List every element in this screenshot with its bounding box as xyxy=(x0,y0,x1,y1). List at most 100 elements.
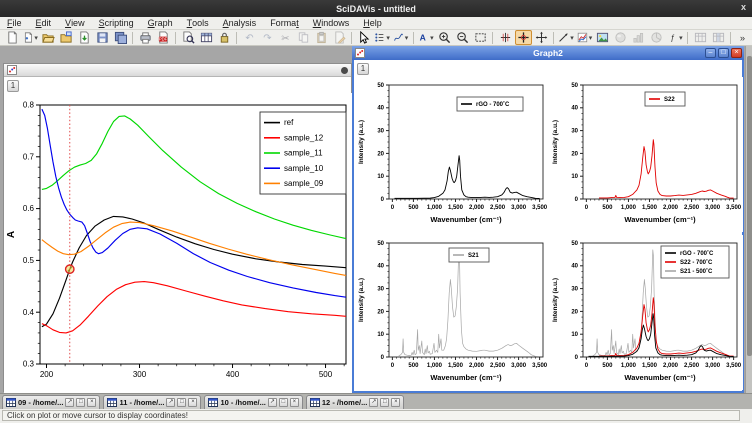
menu-help[interactable]: Help xyxy=(356,17,389,30)
curve-style-icon[interactable]: ▾ xyxy=(392,30,409,45)
menu-graph[interactable]: Graph xyxy=(141,17,180,30)
tab-close-icon[interactable]: × xyxy=(391,398,400,407)
menu-tools[interactable]: Tools xyxy=(180,17,216,30)
save-project-icon[interactable] xyxy=(94,30,111,45)
pointer-icon[interactable] xyxy=(355,30,372,45)
window-tab[interactable]: 09 - /home/...↗□× xyxy=(2,395,100,409)
raman-subplot-bottom-left[interactable]: 05001,0001,5002,0002,5003,0003,500010203… xyxy=(355,235,549,393)
move-data-points-icon[interactable] xyxy=(533,30,550,45)
tab-restore-icon[interactable]: ↗ xyxy=(369,398,378,407)
select-data-range-icon[interactable] xyxy=(497,30,514,45)
tab-close-icon[interactable]: × xyxy=(290,398,299,407)
svg-text:2,500: 2,500 xyxy=(490,205,506,211)
menu-file[interactable]: File xyxy=(0,17,29,30)
add-curve-icon[interactable]: ▾ xyxy=(576,30,593,45)
svg-text:20: 20 xyxy=(571,151,578,157)
tab-maximize-icon[interactable]: □ xyxy=(380,398,389,407)
tab-restore-icon[interactable]: ↗ xyxy=(166,398,175,407)
lock-toolbars-icon[interactable] xyxy=(216,30,233,45)
rescale-icon[interactable] xyxy=(472,30,489,45)
add-function-icon[interactable]: ƒ▾ xyxy=(666,30,683,45)
open-project-icon[interactable] xyxy=(40,30,57,45)
svg-text:500: 500 xyxy=(408,363,419,369)
save-template-icon[interactable] xyxy=(112,30,129,45)
status-message-field: Click on plot or move cursor to display … xyxy=(2,410,740,421)
tab-maximize-icon[interactable]: □ xyxy=(76,398,85,407)
scrollbar-thumb[interactable] xyxy=(747,56,752,356)
raman-subplot-bottom-right[interactable]: 05001,0001,5002,0002,5003,0003,500010203… xyxy=(549,235,743,393)
left-window-control-button[interactable] xyxy=(341,67,348,74)
tab-maximize-icon[interactable]: □ xyxy=(177,398,186,407)
close-icon[interactable]: × xyxy=(731,48,742,58)
svg-text:S22: S22 xyxy=(664,97,675,103)
data-reader-icon[interactable] xyxy=(515,30,532,45)
raman-subplot-top-right[interactable]: 05001,0001,5002,0002,5003,0003,500010203… xyxy=(549,77,743,235)
minimized-window-tabbar: 09 - /home/...↗□×11 - /home/...↗□×10 - /… xyxy=(0,393,752,409)
draw-line-icon[interactable]: ▾ xyxy=(557,30,574,45)
print-icon[interactable] xyxy=(137,30,154,45)
tab-restore-icon[interactable]: ↗ xyxy=(65,398,74,407)
svg-text:sample_11: sample_11 xyxy=(284,149,323,158)
menu-view[interactable]: View xyxy=(58,17,92,30)
svg-text:40: 40 xyxy=(377,264,384,270)
plot-legend[interactable]: rGO - 700˚CS22 - 700˚CS21 - 500˚C xyxy=(661,246,729,278)
plot-window-icon xyxy=(7,65,17,75)
menu-scripting[interactable]: Scripting xyxy=(92,17,141,30)
svg-text:S22 - 700˚C: S22 - 700˚C xyxy=(680,259,713,266)
text-tool-icon[interactable]: A▾ xyxy=(417,30,434,45)
toolbar-separator xyxy=(730,32,731,44)
titlebar[interactable]: SciDAVis - untitled x xyxy=(0,0,752,17)
zoom-in-icon[interactable] xyxy=(436,30,453,45)
window-tab[interactable]: 11 - /home/...↗□× xyxy=(103,395,201,409)
maximize-icon[interactable]: □ xyxy=(718,48,729,58)
show-table-icon[interactable] xyxy=(198,30,215,45)
plot-legend[interactable]: rGO - 700˚C xyxy=(457,97,523,111)
mdi-vertical-scrollbar[interactable] xyxy=(745,46,752,393)
uvvis-plot[interactable]: 2003004005000.30.40.50.60.70.8Arefsample… xyxy=(4,93,353,393)
svg-text:2,000: 2,000 xyxy=(663,205,679,211)
svg-text:200: 200 xyxy=(40,370,54,379)
menu-analysis[interactable]: Analysis xyxy=(216,17,264,30)
svg-text:50: 50 xyxy=(571,241,578,247)
plot-legend[interactable]: refsample_12sample_11sample_10sample_09 xyxy=(260,112,346,194)
tab-close-icon[interactable]: × xyxy=(188,398,197,407)
plot-legend[interactable]: S21 xyxy=(449,248,489,262)
tab-maximize-icon[interactable]: □ xyxy=(279,398,288,407)
plot-legend[interactable]: S22 xyxy=(645,92,685,106)
tab-restore-icon[interactable]: ↗ xyxy=(268,398,277,407)
export-pdf-icon[interactable]: PDF xyxy=(155,30,172,45)
curve-symbol-icon[interactable]: ▾ xyxy=(373,30,390,45)
menu-format[interactable]: Format xyxy=(263,17,306,30)
raman-subplot-top-left[interactable]: 05001,0001,5002,0002,5003,0003,500010203… xyxy=(355,77,549,235)
zoom-out-icon[interactable] xyxy=(454,30,471,45)
menu-windows[interactable]: Windows xyxy=(306,17,357,30)
scidavis-window: SciDAVis - untitled x FileEditViewScript… xyxy=(0,0,752,423)
add-image-icon[interactable] xyxy=(594,30,611,45)
svg-text:30: 30 xyxy=(571,129,578,135)
window-tab[interactable]: 10 - /home/...↗□× xyxy=(204,395,302,409)
tab-close-icon[interactable]: × xyxy=(87,398,96,407)
toolbar-overflow-icon[interactable]: » xyxy=(734,30,751,45)
import-ascii-icon[interactable] xyxy=(76,30,93,45)
open-template-icon[interactable] xyxy=(58,30,75,45)
window-tab[interactable]: 12 - /home/...↗□× xyxy=(306,395,404,409)
svg-text:500: 500 xyxy=(319,370,333,379)
minimize-icon[interactable]: – xyxy=(705,48,716,58)
project-explorer-icon[interactable] xyxy=(180,30,197,45)
data-reader-marker[interactable] xyxy=(66,265,74,273)
svg-text:50: 50 xyxy=(377,241,384,247)
uvvis-window-titlebar[interactable] xyxy=(4,64,351,77)
svg-text:↶: ↶ xyxy=(245,33,254,44)
svg-text:20: 20 xyxy=(377,151,384,157)
close-window-icon[interactable]: x xyxy=(741,2,746,12)
graph2-window[interactable]: Graph2 – □ × 1 05001,0001,5002,0002,5003… xyxy=(352,46,744,393)
uvvis-layer-button[interactable]: 1 xyxy=(7,80,19,92)
graph2-titlebar[interactable]: Graph2 – □ × xyxy=(352,46,744,60)
new-aspect-icon[interactable]: ▾ xyxy=(22,30,39,45)
menu-edit[interactable]: Edit xyxy=(29,17,59,30)
uvvis-window[interactable]: 1 2003004005000.30.40.50.60.70.8Arefsamp… xyxy=(3,63,352,392)
svg-text:Wavenumber (cm⁻¹): Wavenumber (cm⁻¹) xyxy=(624,373,696,382)
graph2-layer-button[interactable]: 1 xyxy=(357,63,369,75)
new-project-icon[interactable] xyxy=(4,30,21,45)
graph2-title: Graph2 xyxy=(352,48,744,58)
